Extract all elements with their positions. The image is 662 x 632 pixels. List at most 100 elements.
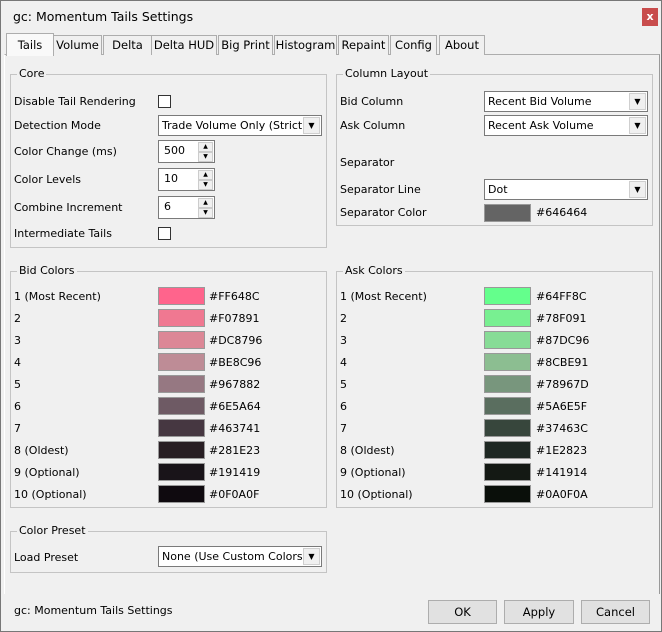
intermediate-tails-checkbox[interactable]	[158, 227, 171, 240]
ask-color-swatch[interactable]	[484, 331, 531, 349]
ask-color-value: #78F091	[536, 312, 587, 325]
bid-color-label: 3	[14, 334, 21, 347]
load-preset-select[interactable]: None (Use Custom Colors) ▼	[158, 546, 322, 567]
chevron-down-icon[interactable]: ▼	[303, 117, 320, 134]
ask-colors-group-title: Ask Colors	[343, 264, 405, 277]
bid-colors-group-title: Bid Colors	[17, 264, 77, 277]
bid-color-value: #281E23	[209, 444, 261, 457]
spin-up-icon[interactable]: ▲	[198, 198, 213, 208]
load-preset-label: Load Preset	[14, 551, 79, 564]
bid-color-swatch[interactable]	[158, 353, 205, 371]
disable-tail-rendering-label: Disable Tail Rendering	[14, 95, 136, 108]
tab-volume[interactable]: Volume	[53, 35, 102, 55]
tab-big-print[interactable]: Big Print	[218, 35, 273, 55]
detection-mode-select[interactable]: Trade Volume Only (Strict) ▼	[158, 115, 322, 136]
bid-color-value: #DC8796	[209, 334, 263, 347]
chevron-down-icon[interactable]: ▼	[629, 117, 646, 134]
tab-delta-hud[interactable]: Delta HUD	[151, 35, 217, 55]
chevron-down-icon[interactable]: ▼	[303, 548, 320, 565]
separator-color-swatch[interactable]	[484, 204, 531, 222]
ask-column-value: Recent Ask Volume	[488, 119, 594, 132]
ask-color-label: 5	[340, 378, 347, 391]
color-change-stepper[interactable]: 500 ▲ ▼	[158, 140, 215, 163]
spin-up-icon[interactable]: ▲	[198, 170, 213, 180]
bid-color-label: 10 (Optional)	[14, 488, 87, 501]
combine-increment-stepper[interactable]: 6 ▲ ▼	[158, 196, 215, 219]
chevron-down-icon[interactable]: ▼	[629, 181, 646, 198]
ask-color-value: #1E2823	[536, 444, 588, 457]
detection-mode-label: Detection Mode	[14, 119, 101, 132]
bid-color-label: 7	[14, 422, 21, 435]
bid-color-label: 6	[14, 400, 21, 413]
bid-color-value: #F07891	[209, 312, 260, 325]
ask-color-swatch[interactable]	[484, 309, 531, 327]
bid-color-value: #FF648C	[209, 290, 260, 303]
bid-color-swatch[interactable]	[158, 331, 205, 349]
spin-up-icon[interactable]: ▲	[198, 142, 213, 152]
bid-column-select[interactable]: Recent Bid Volume ▼	[484, 91, 648, 112]
bid-color-swatch[interactable]	[158, 463, 205, 481]
disable-tail-rendering-checkbox[interactable]	[158, 95, 171, 108]
tab-about[interactable]: About	[439, 35, 485, 55]
bid-color-swatch[interactable]	[158, 441, 205, 459]
apply-button[interactable]: Apply	[504, 600, 574, 624]
detection-mode-value: Trade Volume Only (Strict)	[162, 119, 307, 132]
ask-color-swatch[interactable]	[484, 441, 531, 459]
ask-column-label: Ask Column	[340, 119, 406, 132]
close-button[interactable]: x	[642, 8, 658, 26]
bid-color-swatch[interactable]	[158, 485, 205, 503]
load-preset-value: None (Use Custom Colors)	[162, 550, 307, 563]
color-preset-group-title: Color Preset	[17, 524, 88, 537]
ask-color-value: #87DC96	[536, 334, 590, 347]
bid-column-value: Recent Bid Volume	[488, 95, 592, 108]
bid-color-swatch[interactable]	[158, 309, 205, 327]
tab-repaint[interactable]: Repaint	[338, 35, 389, 55]
color-levels-value[interactable]: 10	[164, 172, 178, 185]
tab-delta[interactable]: Delta	[103, 35, 152, 55]
ask-color-swatch[interactable]	[484, 287, 531, 305]
ask-color-swatch[interactable]	[484, 419, 531, 437]
separator-line-select[interactable]: Dot ▼	[484, 179, 648, 200]
bid-color-label: 2	[14, 312, 21, 325]
color-change-label: Color Change (ms)	[14, 145, 117, 158]
bid-color-label: 8 (Oldest)	[14, 444, 69, 457]
bid-color-value: #463741	[209, 422, 261, 435]
ask-color-label: 9 (Optional)	[340, 466, 406, 479]
spin-down-icon[interactable]: ▼	[198, 180, 213, 190]
spin-down-icon[interactable]: ▼	[198, 152, 213, 162]
ask-column-select[interactable]: Recent Ask Volume ▼	[484, 115, 648, 136]
bid-color-swatch[interactable]	[158, 419, 205, 437]
chevron-down-icon[interactable]: ▼	[629, 93, 646, 110]
tab-tails[interactable]: Tails	[6, 33, 54, 56]
combine-increment-value[interactable]: 6	[164, 200, 171, 213]
ask-color-swatch[interactable]	[484, 485, 531, 503]
bid-color-value: #967882	[209, 378, 261, 391]
ask-color-swatch[interactable]	[484, 353, 531, 371]
tab-histogram[interactable]: Histogram	[274, 35, 337, 55]
separator-color-label: Separator Color	[340, 206, 427, 219]
color-levels-label: Color Levels	[14, 173, 81, 186]
ask-color-value: #37463C	[536, 422, 588, 435]
ask-color-swatch[interactable]	[484, 463, 531, 481]
bid-color-swatch[interactable]	[158, 397, 205, 415]
ask-color-value: #141914	[536, 466, 588, 479]
bid-color-swatch[interactable]	[158, 287, 205, 305]
separator-line-label: Separator Line	[340, 183, 421, 196]
color-levels-stepper[interactable]: 10 ▲ ▼	[158, 168, 215, 191]
spin-down-icon[interactable]: ▼	[198, 208, 213, 218]
color-change-value[interactable]: 500	[164, 144, 185, 157]
ask-color-value: #5A6E5F	[536, 400, 588, 413]
separator-line-value: Dot	[488, 183, 508, 196]
ask-color-swatch[interactable]	[484, 397, 531, 415]
ask-color-label: 1 (Most Recent)	[340, 290, 427, 303]
ask-color-swatch[interactable]	[484, 375, 531, 393]
ask-color-label: 7	[340, 422, 347, 435]
core-group-title: Core	[17, 67, 47, 80]
ask-color-label: 8 (Oldest)	[340, 444, 395, 457]
tab-config[interactable]: Config	[390, 35, 437, 55]
bid-color-label: 5	[14, 378, 21, 391]
ask-color-value: #0A0F0A	[536, 488, 588, 501]
cancel-button[interactable]: Cancel	[581, 600, 650, 624]
ok-button[interactable]: OK	[428, 600, 497, 624]
bid-color-swatch[interactable]	[158, 375, 205, 393]
